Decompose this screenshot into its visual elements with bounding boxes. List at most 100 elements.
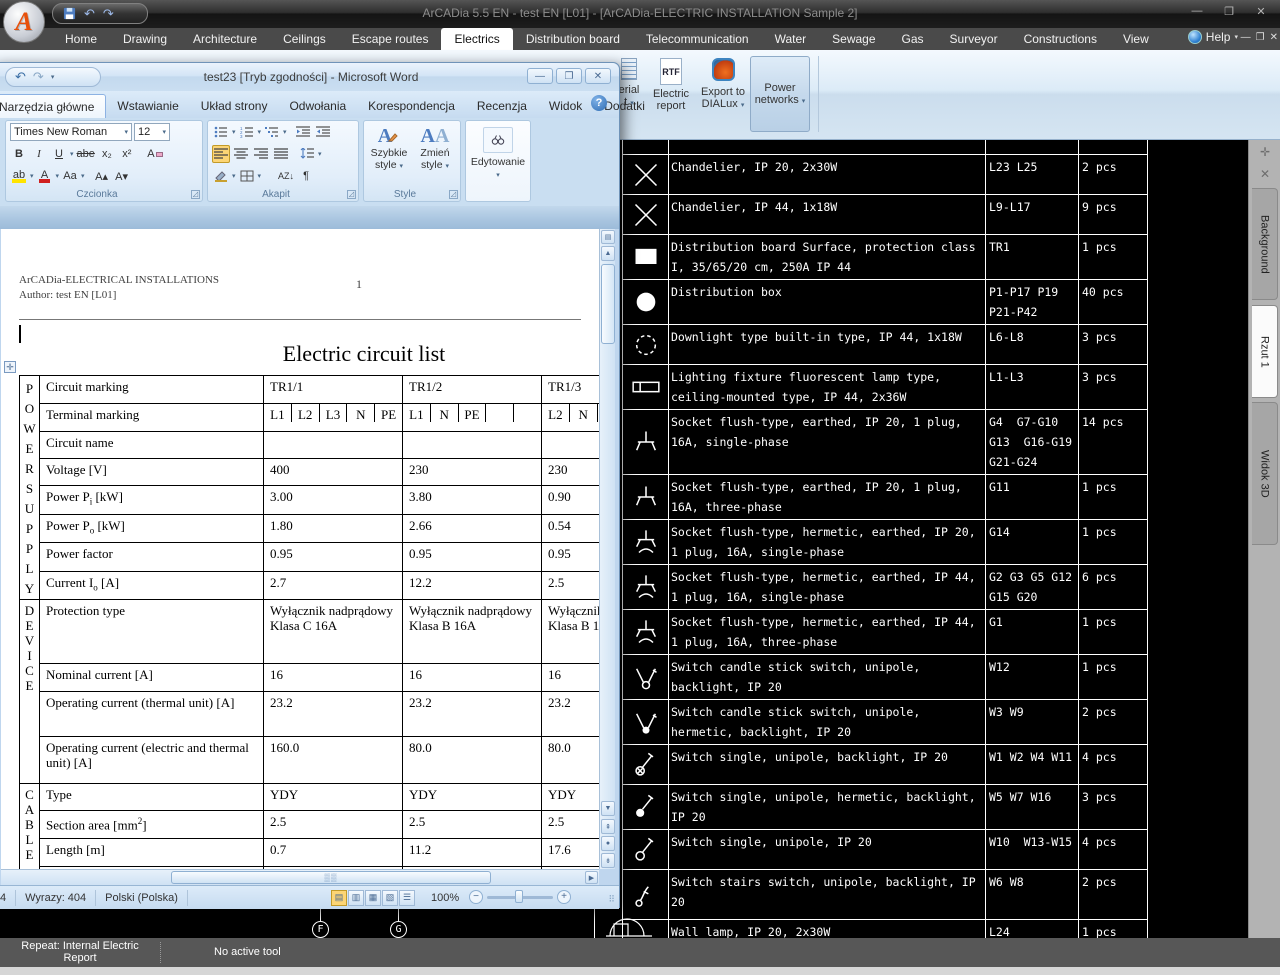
save-icon[interactable] <box>63 7 76 20</box>
cad-tab-escape-routes[interactable]: Escape routes <box>339 28 442 50</box>
multilevel-dropdown-icon[interactable]: ▾ <box>283 128 287 136</box>
cad-tab-electrics[interactable]: Electrics <box>441 28 512 50</box>
vertical-scrollbar[interactable]: ▤ ▲ ▼ ⇞ ● ⇟ <box>599 229 615 869</box>
word-close-button[interactable]: ✕ <box>585 68 611 84</box>
align-left-button[interactable] <box>212 145 230 163</box>
font-dialog-launcher[interactable]: ◿ <box>191 190 200 199</box>
justify-button[interactable] <box>272 145 290 163</box>
print-layout-view-button[interactable]: ▤ <box>331 890 347 906</box>
word-tab-widok[interactable]: Widok <box>538 94 593 118</box>
word-tab-odwołania[interactable]: Odwołania <box>278 94 357 118</box>
word-tab-recenzja[interactable]: Recenzja <box>466 94 538 118</box>
subscript-button[interactable]: x₂ <box>98 145 116 163</box>
word-tab-układ-strony[interactable]: Układ strony <box>190 94 279 118</box>
borders-dropdown-icon[interactable]: ▾ <box>258 172 262 180</box>
shading-dropdown-icon[interactable]: ▾ <box>232 172 236 180</box>
add-view-icon[interactable]: ✛ <box>1249 145 1280 159</box>
next-page-button[interactable]: ⇟ <box>601 853 615 868</box>
hscrollbar-thumb[interactable]: ▒▒ <box>171 871 491 884</box>
cad-minimize-button[interactable]: — <box>1186 5 1208 18</box>
word-tab-korespondencja[interactable]: Korespondencja <box>357 94 466 118</box>
shading-button[interactable] <box>212 167 230 185</box>
find-button[interactable] <box>483 127 513 153</box>
word-count[interactable]: Wyrazy: 404 <box>16 890 96 906</box>
scroll-up-button[interactable]: ▲ <box>601 246 615 261</box>
styles-dialog-launcher[interactable]: ◿ <box>449 190 458 199</box>
line-spacing-button[interactable] <box>298 145 316 163</box>
show-marks-button[interactable]: ¶ <box>297 167 315 185</box>
bold-button[interactable]: B <box>10 145 28 163</box>
font-color-button[interactable]: A <box>36 167 54 185</box>
scroll-down-button[interactable]: ▼ <box>601 801 615 816</box>
cad-tab-distribution-board[interactable]: Distribution board <box>513 28 633 50</box>
line-spacing-dropdown-icon[interactable]: ▾ <box>318 150 322 158</box>
cad-tab-telecommunication[interactable]: Telecommunication <box>633 28 762 50</box>
grow-font-button[interactable]: A▴ <box>93 167 111 185</box>
underline-dropdown-icon[interactable]: ▾ <box>70 150 74 158</box>
align-center-button[interactable] <box>232 145 250 163</box>
export-to-dialux-button[interactable]: Export to DIALux ▾ <box>698 58 748 110</box>
editing-group-label[interactable]: Edytowanie <box>471 156 525 168</box>
word-document[interactable]: ArCADia-ELECTRICAL INSTALLATIONS Author:… <box>1 229 599 869</box>
numbering-button[interactable]: 123 <box>238 123 256 141</box>
cad-tab-view[interactable]: View <box>1110 28 1162 50</box>
change-case-dropdown-icon[interactable]: ▾ <box>81 172 85 180</box>
zoom-level[interactable]: 100% <box>431 892 459 904</box>
arcadia-logo[interactable]: A <box>3 1 45 43</box>
cad-tab-drawing[interactable]: Drawing <box>110 28 180 50</box>
shrink-font-button[interactable]: A▾ <box>113 167 131 185</box>
scroll-right-button[interactable]: ▶ <box>585 871 598 884</box>
repeat-command-label[interactable]: Repeat: Internal Electric Report <box>6 940 154 964</box>
word-tab-narzędzia-główne[interactable]: Narzędzia główne <box>0 94 106 118</box>
sort-button[interactable]: AZ↓ <box>277 167 295 185</box>
cad-tab-water[interactable]: Water <box>762 28 820 50</box>
decrease-indent-button[interactable] <box>294 123 312 141</box>
cad-tab-surveyor[interactable]: Surveyor <box>937 28 1011 50</box>
cad-tab-ceilings[interactable]: Ceilings <box>270 28 339 50</box>
paragraph-dialog-launcher[interactable]: ◿ <box>347 190 356 199</box>
italic-button[interactable]: I <box>30 145 48 163</box>
quick-styles-button[interactable]: A Szybkie style ▾ <box>368 123 410 185</box>
font-size-combo[interactable]: 12▾ <box>134 123 170 141</box>
redo-icon[interactable]: ↷ <box>103 7 114 20</box>
align-right-button[interactable] <box>252 145 270 163</box>
superscript-button[interactable]: x² <box>118 145 136 163</box>
customize-qat-icon[interactable]: ▾ <box>51 73 55 81</box>
highlight-color-button[interactable]: ab <box>10 167 28 185</box>
cad-tab-constructions[interactable]: Constructions <box>1011 28 1110 50</box>
word-titlebar[interactable]: ↶ ↷ ▾ test23 [Tryb zgodności] - Microsof… <box>0 63 619 91</box>
previous-page-button[interactable]: ⇞ <box>601 819 615 834</box>
close-view-icon[interactable]: ✕ <box>1249 167 1280 181</box>
cad-restore-button[interactable]: ❐ <box>1218 5 1240 18</box>
cad-close-button[interactable]: ✕ <box>1250 5 1272 18</box>
clear-formatting-button[interactable]: A <box>146 145 164 163</box>
resize-grip[interactable]: ⠿ <box>608 894 616 905</box>
zoom-in-button[interactable]: + <box>557 890 571 904</box>
repeat-icon[interactable]: ↷ <box>33 69 44 85</box>
language-indicator[interactable]: Polski (Polska) <box>96 890 188 906</box>
underline-button[interactable]: U <box>50 145 68 163</box>
multilevel-list-button[interactable] <box>263 123 281 141</box>
select-browse-object-button[interactable]: ● <box>601 836 615 851</box>
scrollbar-thumb[interactable] <box>601 264 615 344</box>
table-move-handle[interactable]: ✛ <box>4 361 16 373</box>
horizontal-scrollbar[interactable]: ▒▒ ▶ <box>1 869 599 885</box>
doc-minimize-button[interactable]: — <box>1241 32 1251 43</box>
word-help-button[interactable]: ? <box>591 95 607 111</box>
cad-tab-sewage[interactable]: Sewage <box>819 28 888 50</box>
fullscreen-view-button[interactable]: ▥ <box>348 890 364 906</box>
undo-icon[interactable]: ↶ <box>84 7 95 20</box>
increase-indent-button[interactable] <box>314 123 332 141</box>
cad-tab-architecture[interactable]: Architecture <box>180 28 270 50</box>
page-indicator[interactable]: 4 <box>0 890 16 906</box>
doc-restore-button[interactable]: ❐ <box>1256 32 1265 43</box>
font-color-dropdown-icon[interactable]: ▾ <box>56 172 60 180</box>
view-tab-widok-3d[interactable]: Widok 3D <box>1252 402 1278 545</box>
cad-tab-gas[interactable]: Gas <box>889 28 937 50</box>
numbering-dropdown-icon[interactable]: ▾ <box>258 128 262 136</box>
zoom-out-button[interactable]: − <box>469 890 483 904</box>
power-networks-button[interactable]: Power networks ▾ <box>750 56 810 132</box>
web-layout-view-button[interactable]: ▦ <box>365 890 381 906</box>
font-name-combo[interactable]: Times New Roman▾ <box>10 123 132 141</box>
bullets-button[interactable] <box>212 123 230 141</box>
